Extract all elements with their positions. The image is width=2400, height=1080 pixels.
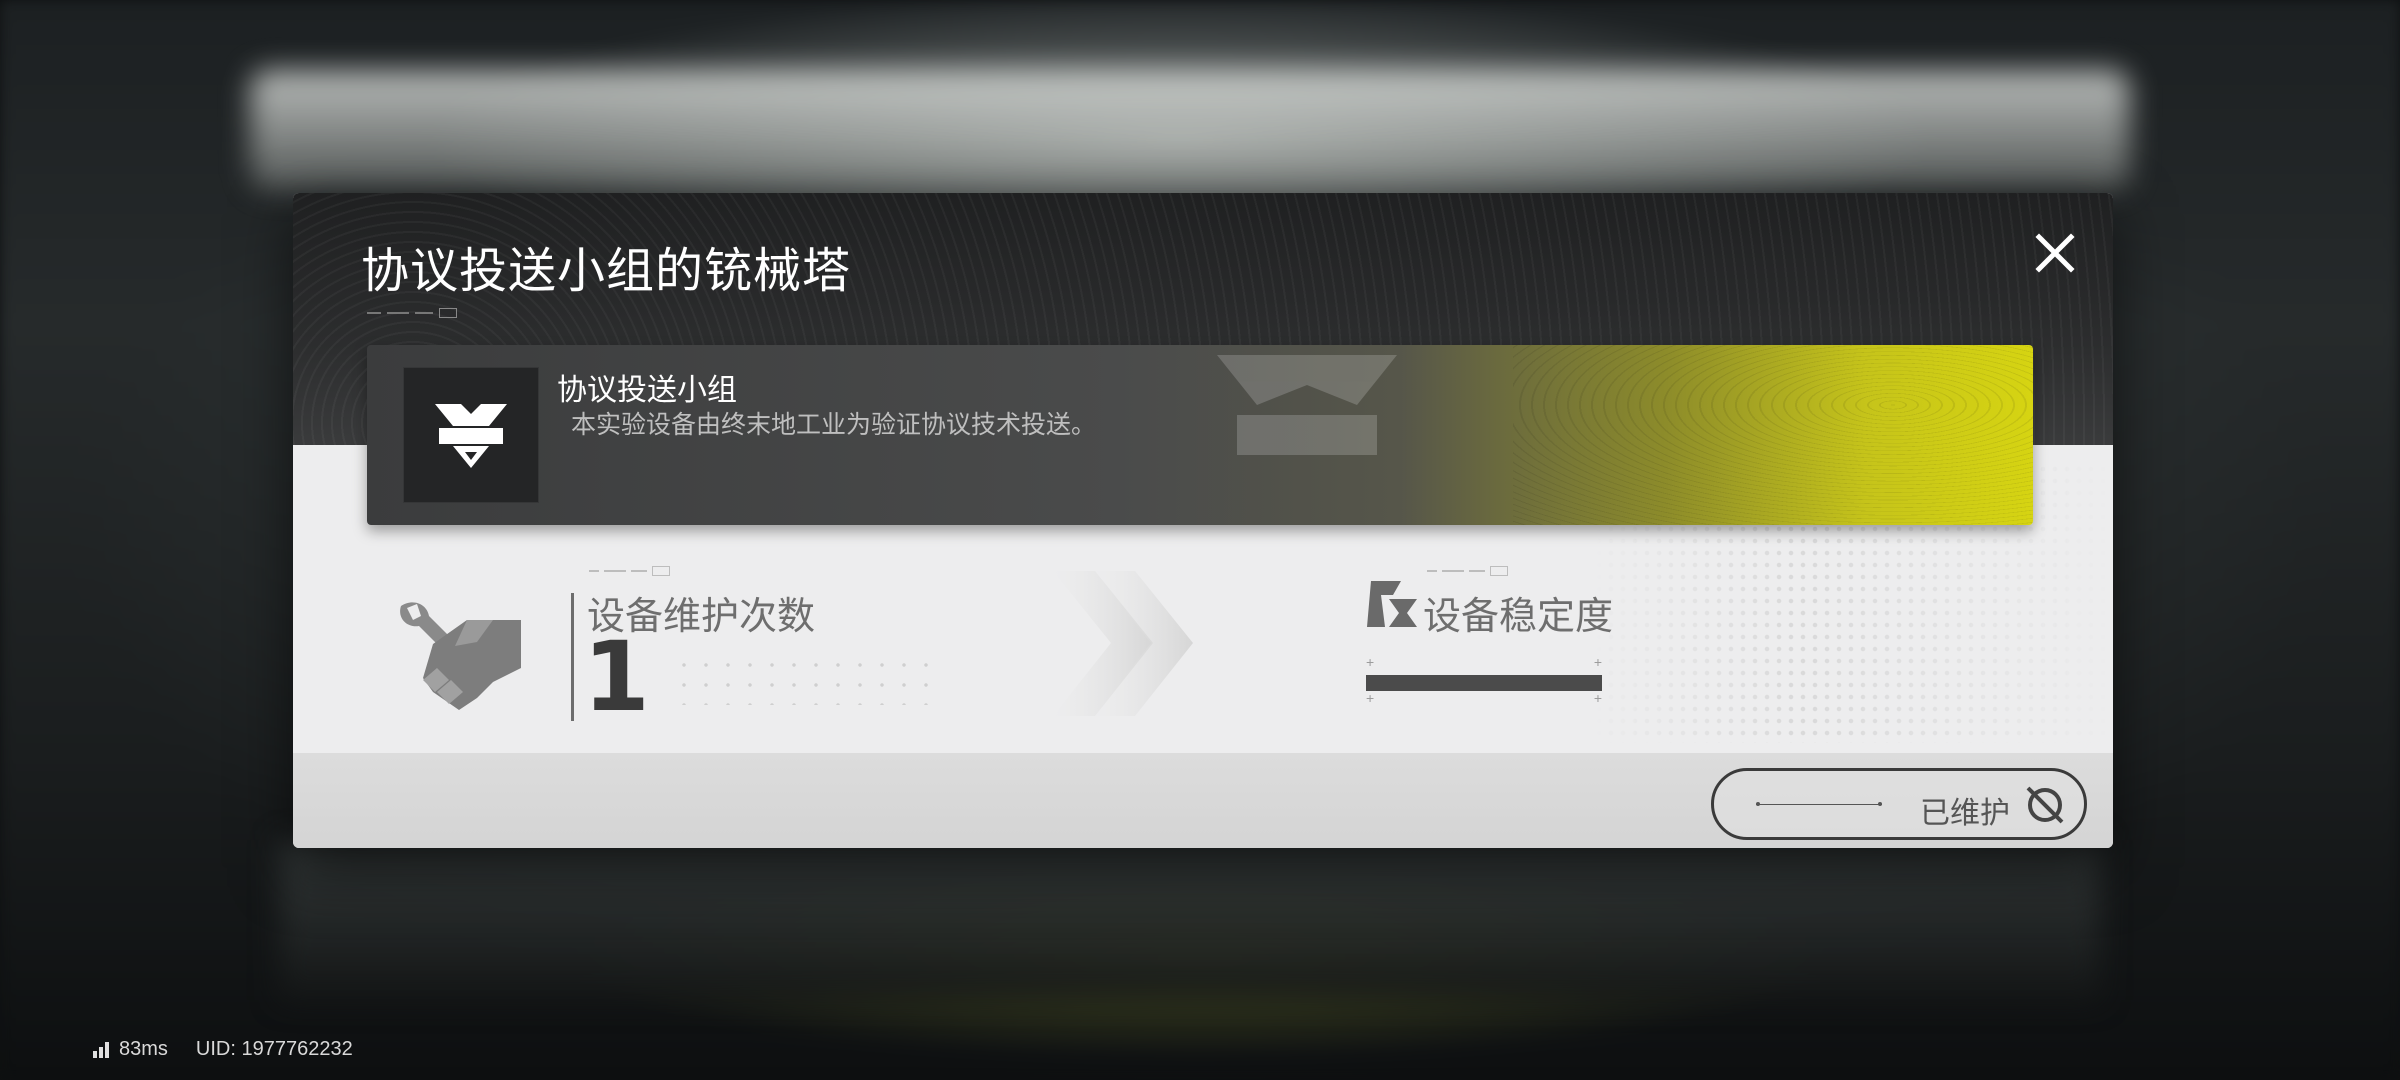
maintained-status-button[interactable]: 已维护: [1711, 768, 2087, 840]
stat-decoration: [589, 566, 670, 576]
maintained-status-label: 已维护: [1920, 797, 2010, 830]
faction-logo: [403, 367, 539, 503]
button-line-decoration: [1756, 802, 1882, 806]
dialog-title: 协议投送小组的铳械塔: [361, 245, 852, 298]
stability-bar-fill: [1366, 675, 1602, 691]
stat-decoration: [1427, 566, 1508, 576]
uid-label: UID: 1977762232: [195, 1038, 353, 1060]
network-ping: 83ms: [93, 1038, 168, 1061]
background-blur-top: [250, 70, 2130, 190]
maintenance-count-value: 1: [583, 621, 650, 733]
stability-bar: + + + +: [1366, 654, 1602, 706]
stability-label: 设备稳定度: [1423, 596, 1614, 638]
faction-name: 协议投送小组: [557, 374, 737, 407]
faction-description: 本实验设备由终末地工业为验证协议技术投送。: [571, 411, 1097, 439]
hourglass-icon: [1367, 581, 1417, 627]
dialog-footer: 已维护: [293, 753, 2113, 848]
close-icon: [2035, 233, 2075, 273]
tower-info-dialog: 协议投送小组的铳械塔 协议投送小组 本实验设备由终末地工业为验证协议技术投送。: [293, 193, 2113, 848]
faction-banner: 协议投送小组 本实验设备由终末地工业为验证协议技术投送。: [367, 345, 2033, 525]
faction-logo-icon: [435, 404, 507, 468]
ban-icon: [2026, 786, 2064, 824]
chevron-right-icon: [1053, 571, 1193, 716]
close-button[interactable]: [2033, 231, 2077, 275]
ping-value: 83ms: [119, 1038, 168, 1060]
wrench-handshake-icon: [400, 602, 521, 710]
faction-watermark-icon: [1217, 355, 1397, 455]
dot-grid-decoration: [673, 655, 933, 705]
background-blur-bottom: [280, 840, 2100, 1000]
status-overlay: 83ms UID: 1977762232: [93, 1038, 353, 1061]
signal-bars-icon: [93, 1041, 109, 1058]
title-decoration: [367, 308, 457, 318]
stat-divider: [571, 593, 574, 721]
